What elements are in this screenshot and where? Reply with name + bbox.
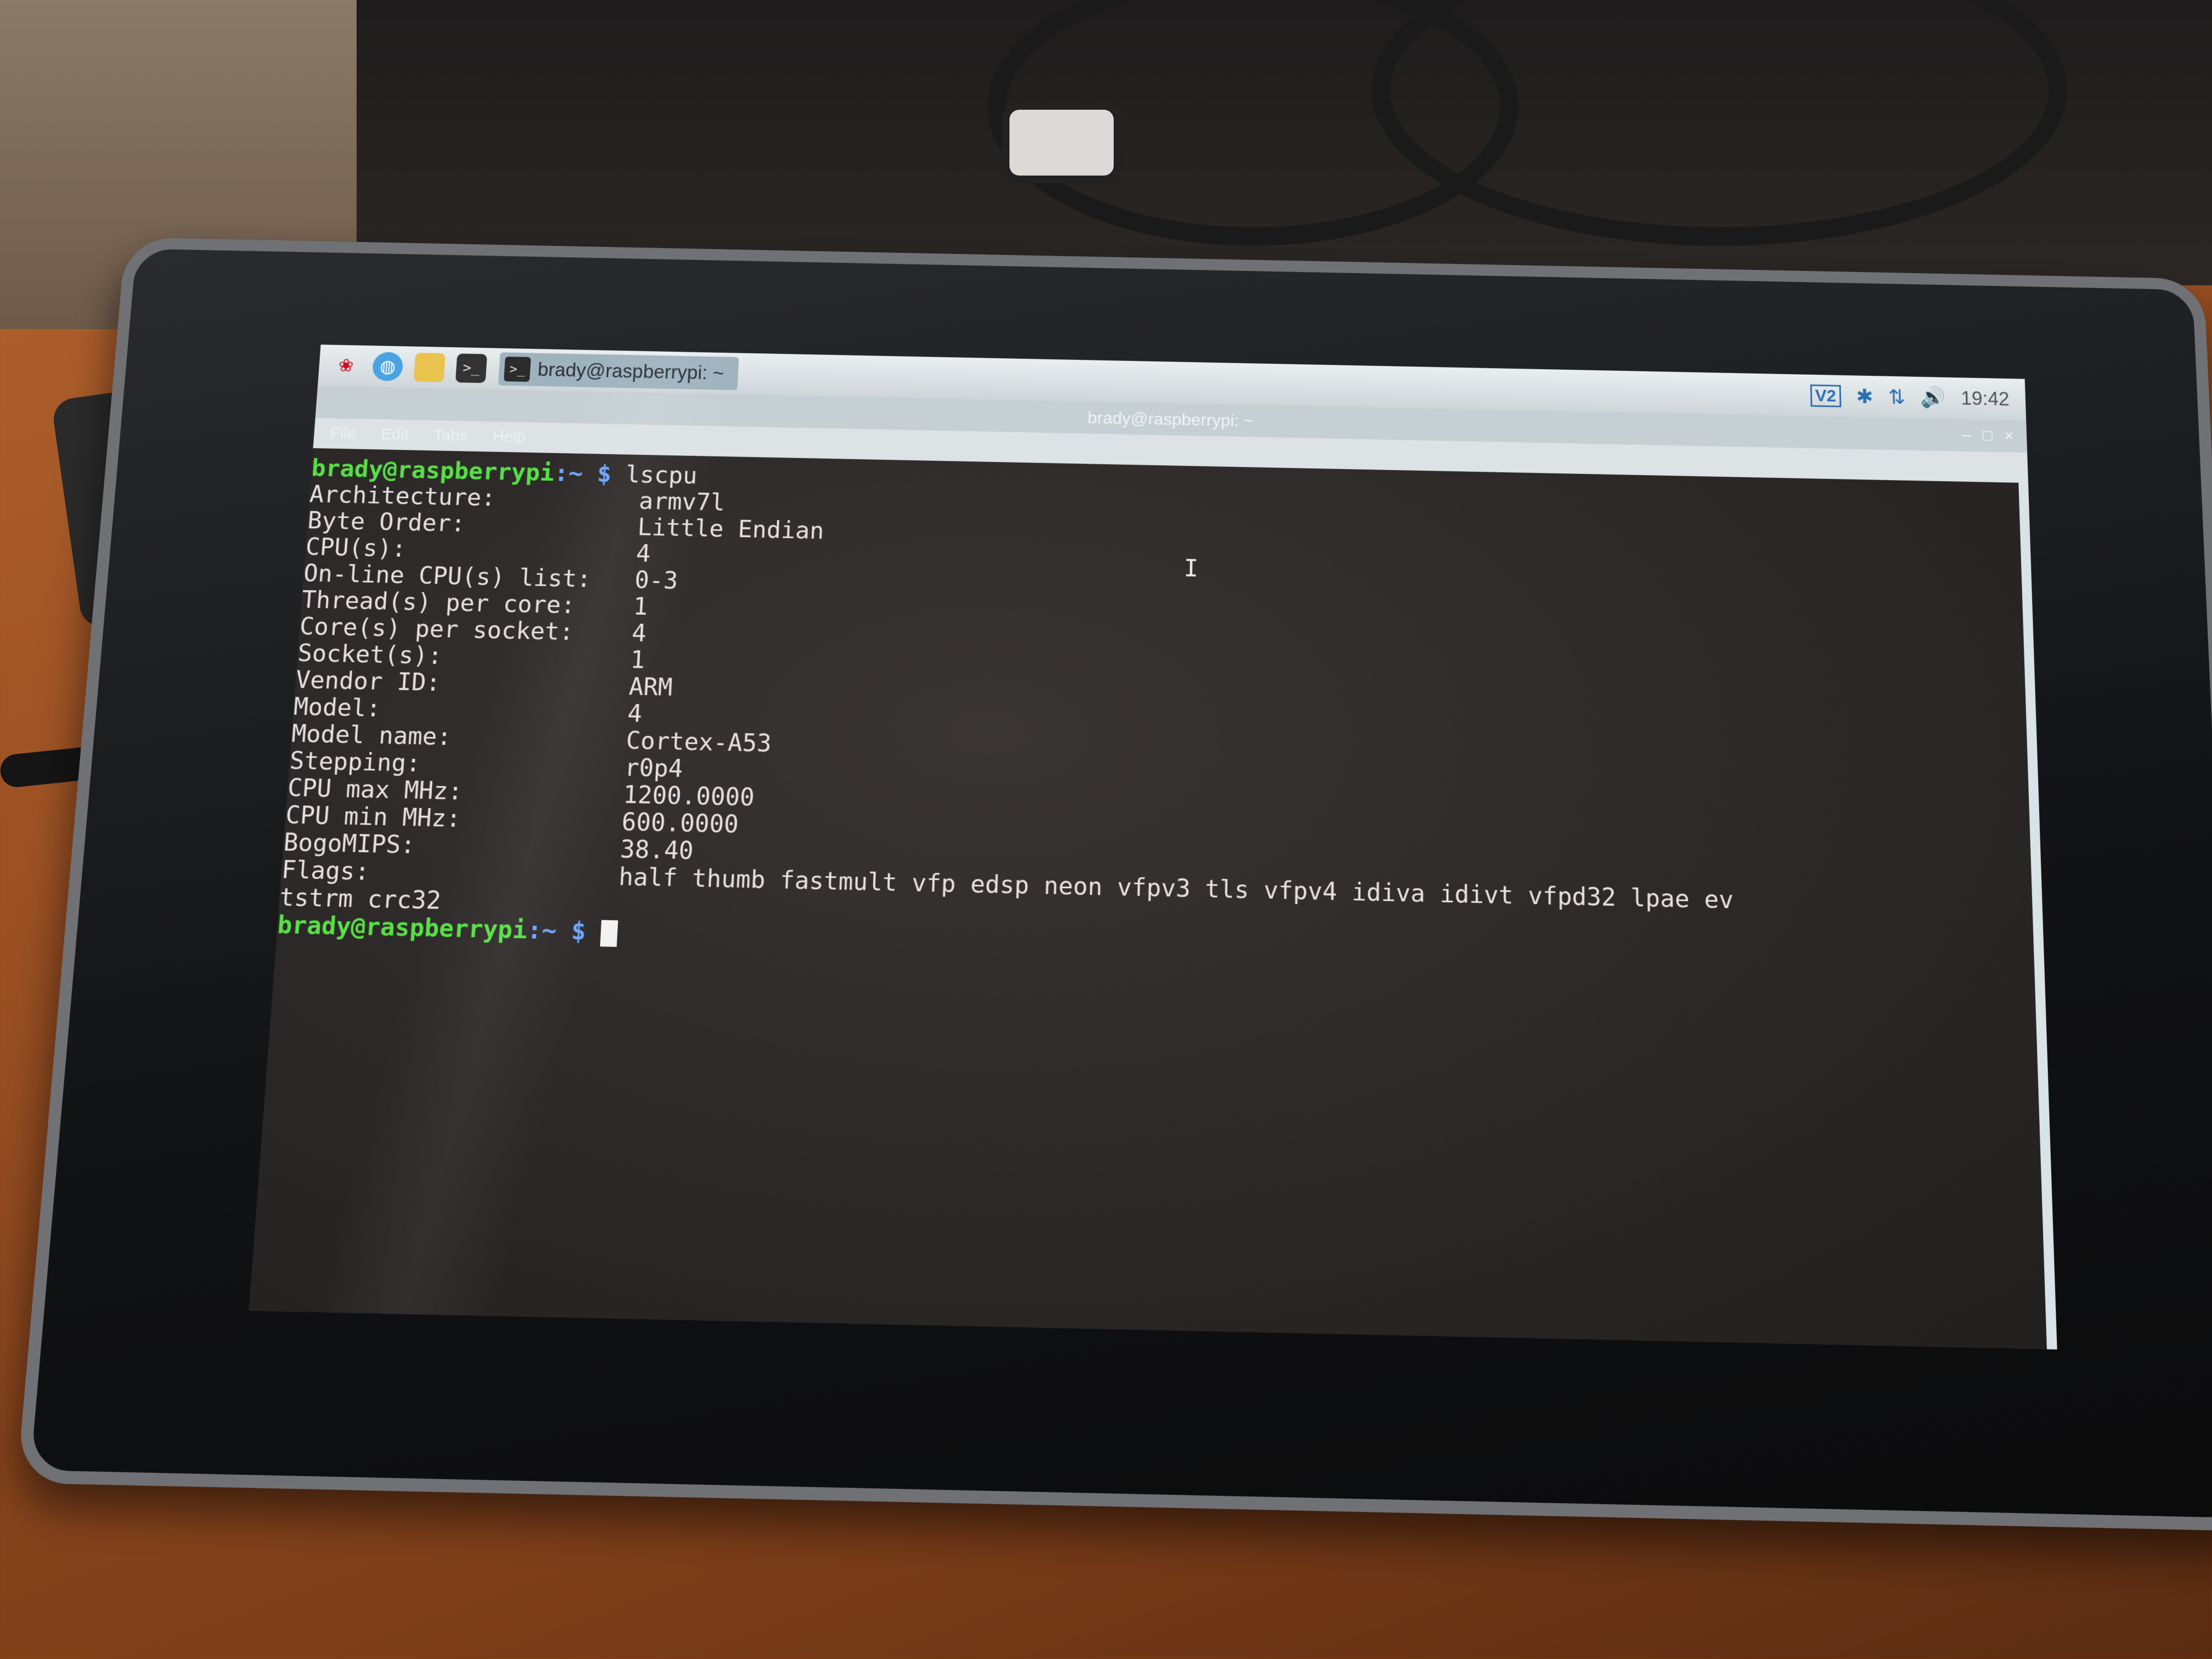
close-button[interactable]: × [2004,427,2014,445]
command-text: lscpu [625,461,698,490]
menu-tabs[interactable]: Tabs [433,427,468,445]
row-value: 1 [629,646,646,674]
row-value: 4 [627,700,643,728]
row-value: 4 [635,540,652,568]
screen: ❀ ◍ >_ >_ brady@raspberrypi: ~ V2 ✱ ⇅ 🔊 … [249,345,2057,1350]
prompt-path: :~ [526,916,558,945]
web-browser-icon[interactable]: ◍ [371,352,404,382]
row-value: Little Endian [636,514,825,545]
window-title: brady@raspberrypi: ~ [1087,408,1254,430]
prompt-dollar: $ [570,917,587,946]
taskbar-task-terminal[interactable]: >_ brady@raspberrypi: ~ [498,352,739,391]
raspberry-menu-icon[interactable]: ❀ [330,351,362,381]
network-icon[interactable]: ⇅ [1888,385,1905,409]
menu-help[interactable]: Help [492,428,526,446]
terminal-launcher-icon[interactable]: >_ [455,353,488,383]
menu-edit[interactable]: Edit [380,426,409,444]
row-value: armv7l [638,488,726,517]
touchscreen-tablet: ❀ ◍ >_ >_ brady@raspberrypi: ~ V2 ✱ ⇅ 🔊 … [16,237,2212,1532]
maximize-button[interactable]: □ [1983,427,1993,445]
text-cursor [600,919,618,947]
prompt-dollar: $ [596,460,612,488]
prompt-user: brady@raspberrypi [276,911,528,945]
row-value: 4 [631,619,647,647]
row-value: Cortex-A53 [625,727,772,758]
window-controls: – □ × [1961,419,2015,453]
ibeam-cursor-icon: Ι [1183,554,1199,582]
row-value: 1 [633,593,648,621]
prompt-path: :~ [553,460,584,487]
menu-file[interactable]: File [330,425,357,443]
row-value: 0-3 [634,566,679,595]
volume-icon[interactable]: 🔊 [1920,386,1946,409]
row-value: ARM [628,673,673,702]
minimize-button[interactable]: – [1962,426,1971,444]
row-value: r0p4 [624,754,684,783]
vnc-icon[interactable]: V2 [1810,384,1842,407]
file-manager-icon[interactable] [413,352,446,382]
terminal-output[interactable]: brady@raspberrypi:~ $ lscpu Architecture… [249,448,2051,1350]
row-value: 1200.0000 [622,781,755,812]
system-tray: V2 ✱ ⇅ 🔊 19:42 [1810,383,2025,411]
power-plug [1009,110,1114,176]
row-value: 38.40 [619,836,695,865]
row-value: 600.0000 [620,808,740,839]
taskbar-task-label: brady@raspberrypi: ~ [537,358,725,384]
terminal-icon: >_ [504,356,531,382]
bluetooth-icon[interactable]: ✱ [1856,385,1874,408]
clock[interactable]: 19:42 [1961,387,2010,410]
